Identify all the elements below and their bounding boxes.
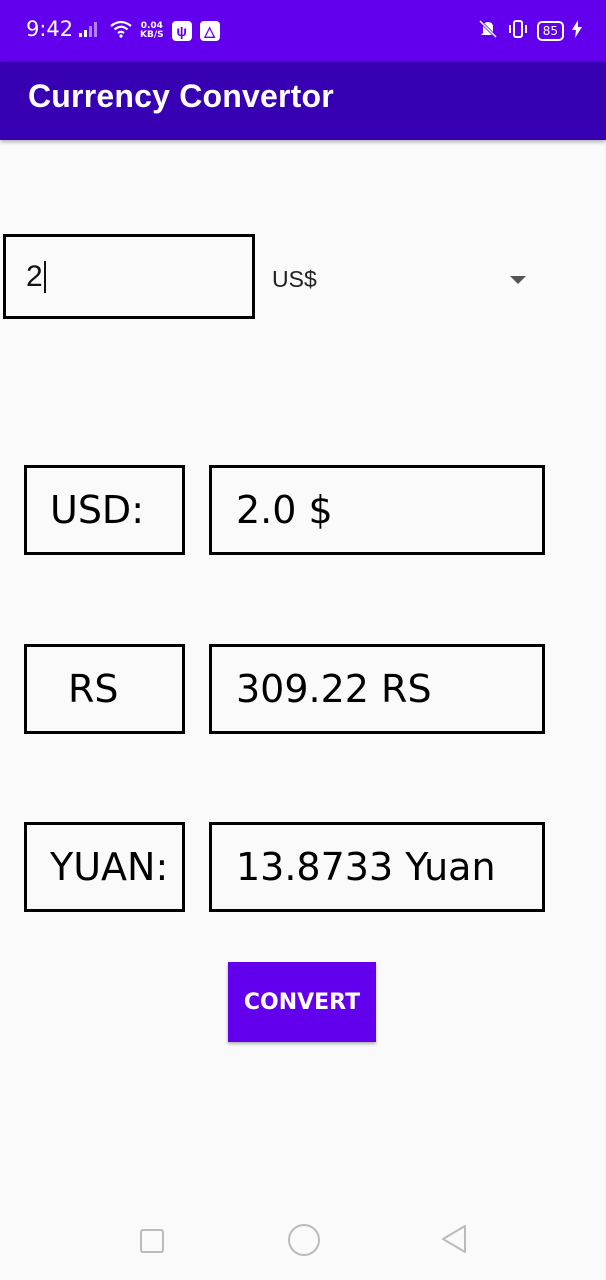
nav-back-icon[interactable] [440, 1224, 468, 1259]
vibrate-icon [507, 19, 529, 44]
yuan-value: 13.8733 Yuan [209, 822, 545, 912]
dropdown-arrow-icon [510, 276, 526, 284]
battery-icon: 85 [536, 21, 564, 41]
rs-value: 309.22 RS [209, 644, 545, 734]
nav-recent-icon[interactable] [140, 1229, 164, 1253]
net-speed: 0.04 KB/S [140, 22, 164, 40]
net-speed-unit: KB/S [140, 30, 164, 40]
currency-selected: US$ [272, 265, 317, 292]
usd-value: 2.0 $ [209, 465, 545, 555]
navigation-bar [0, 1196, 606, 1280]
app-title: Currency Convertor [28, 78, 334, 114]
mute-icon [477, 19, 499, 44]
amount-value: 2 [26, 260, 43, 293]
amount-input[interactable]: 2 [3, 234, 255, 319]
status-icons-left: 0.04 KB/S ψ △ [78, 18, 220, 44]
signal-icon [78, 20, 102, 43]
nav-home-icon[interactable] [288, 1224, 320, 1256]
currency-dropdown[interactable]: US$ [262, 254, 542, 304]
text-cursor [43, 260, 46, 293]
charging-icon [572, 19, 582, 43]
rs-label: RS [24, 644, 185, 734]
convert-button[interactable]: CONVERT [228, 962, 376, 1042]
usb-icon: ψ [171, 21, 192, 41]
status-bar: 9:42 0.04 KB/S ψ △ 85 [0, 0, 606, 62]
wifi-icon [110, 20, 132, 43]
yuan-label: YUAN: [24, 822, 185, 912]
status-icons-right: 85 [477, 18, 582, 44]
status-time: 9:42 [26, 17, 74, 41]
drive-icon: △ [199, 21, 220, 41]
app-bar: Currency Convertor [0, 62, 606, 140]
usd-label: USD: [24, 465, 185, 555]
